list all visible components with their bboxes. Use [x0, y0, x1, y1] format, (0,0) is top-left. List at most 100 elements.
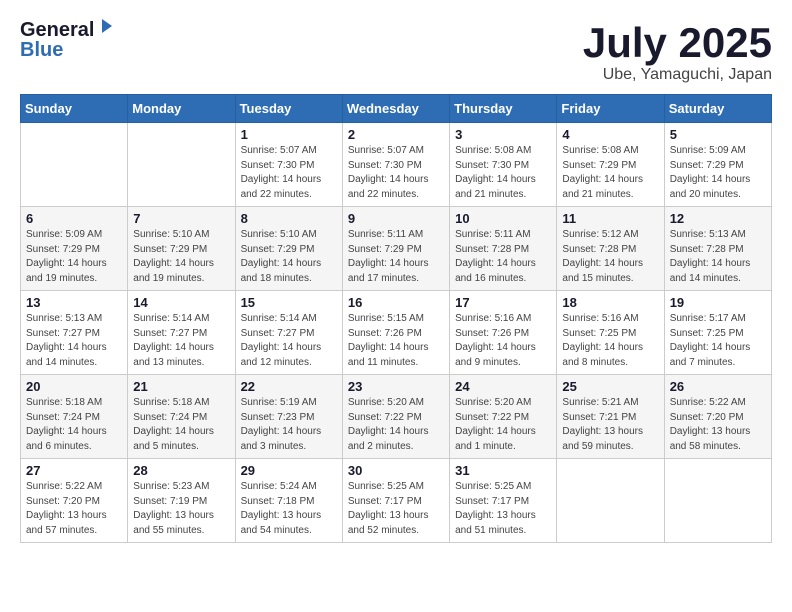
day-detail: Sunrise: 5:25 AM Sunset: 7:17 PM Dayligh…: [348, 480, 444, 538]
day-number: 19: [670, 295, 766, 310]
day-detail: Sunrise: 5:18 AM Sunset: 7:24 PM Dayligh…: [26, 396, 122, 454]
day-number: 13: [26, 295, 122, 310]
calendar-body: 1Sunrise: 5:07 AM Sunset: 7:30 PM Daylig…: [21, 123, 772, 543]
day-number: 15: [241, 295, 337, 310]
month-title: July 2025: [583, 20, 772, 66]
logo: General Blue: [20, 20, 114, 60]
calendar-cell: 11Sunrise: 5:12 AM Sunset: 7:28 PM Dayli…: [557, 207, 664, 291]
calendar-table: SundayMondayTuesdayWednesdayThursdayFrid…: [20, 94, 772, 543]
calendar-cell: 1Sunrise: 5:07 AM Sunset: 7:30 PM Daylig…: [235, 123, 342, 207]
calendar-week-row: 1Sunrise: 5:07 AM Sunset: 7:30 PM Daylig…: [21, 123, 772, 207]
day-detail: Sunrise: 5:08 AM Sunset: 7:30 PM Dayligh…: [455, 144, 551, 202]
day-number: 18: [562, 295, 658, 310]
calendar-cell: [21, 123, 128, 207]
weekday-header-sunday: Sunday: [21, 95, 128, 123]
weekday-header-saturday: Saturday: [664, 95, 771, 123]
calendar-cell: 30Sunrise: 5:25 AM Sunset: 7:17 PM Dayli…: [342, 459, 449, 543]
page-header: General Blue July 2025 Ube, Yamaguchi, J…: [20, 20, 772, 84]
day-number: 3: [455, 127, 551, 142]
day-number: 8: [241, 211, 337, 226]
day-number: 10: [455, 211, 551, 226]
day-number: 9: [348, 211, 444, 226]
day-detail: Sunrise: 5:09 AM Sunset: 7:29 PM Dayligh…: [26, 228, 122, 286]
day-number: 25: [562, 379, 658, 394]
day-number: 7: [133, 211, 229, 226]
day-detail: Sunrise: 5:16 AM Sunset: 7:25 PM Dayligh…: [562, 312, 658, 370]
day-number: 23: [348, 379, 444, 394]
calendar-cell: 8 Sunrise: 5:10 AM Sunset: 7:29 PM Daylig…: [235, 207, 342, 291]
day-detail: Sunrise: 5:11 AM Sunset: 7:28 PM Dayligh…: [455, 228, 551, 286]
day-detail: Sunrise: 5:14 AM Sunset: 7:27 PM Dayligh…: [133, 312, 229, 370]
day-number: 28: [133, 463, 229, 478]
day-detail: Sunrise: 5:07 AM Sunset: 7:30 PM Dayligh…: [241, 144, 337, 202]
calendar-cell: 20 Sunrise: 5:18 AM Sunset: 7:24 PM Dayli…: [21, 375, 128, 459]
day-detail: Sunrise: 5:10 AM Sunset: 7:29 PM Dayligh…: [241, 228, 337, 286]
day-number: 11: [562, 211, 658, 226]
calendar-cell: 17 Sunrise: 5:16 AM Sunset: 7:26 PM Dayli…: [450, 291, 557, 375]
weekday-header-tuesday: Tuesday: [235, 95, 342, 123]
calendar-cell: 9 Sunrise: 5:11 AM Sunset: 7:29 PM Daylig…: [342, 207, 449, 291]
day-detail: Sunrise: 5:11 AM Sunset: 7:29 PM Dayligh…: [348, 228, 444, 286]
calendar-cell: 4 Sunrise: 5:08 AM Sunset: 7:29 PM Daylig…: [557, 123, 664, 207]
calendar-cell: 21Sunrise: 5:18 AM Sunset: 7:24 PM Dayli…: [128, 375, 235, 459]
calendar-header: SundayMondayTuesdayWednesdayThursdayFrid…: [21, 95, 772, 123]
calendar-cell: 28 Sunrise: 5:23 AM Sunset: 7:19 PM Dayli…: [128, 459, 235, 543]
day-number: 16: [348, 295, 444, 310]
calendar-cell: 13 Sunrise: 5:13 AM Sunset: 7:27 PM Dayli…: [21, 291, 128, 375]
calendar-cell: 15Sunrise: 5:14 AM Sunset: 7:27 PM Dayli…: [235, 291, 342, 375]
calendar-cell: 12Sunrise: 5:13 AM Sunset: 7:28 PM Dayli…: [664, 207, 771, 291]
title-section: July 2025 Ube, Yamaguchi, Japan: [583, 20, 772, 84]
day-number: 31: [455, 463, 551, 478]
calendar-cell: 5 Sunrise: 5:09 AM Sunset: 7:29 PM Daylig…: [664, 123, 771, 207]
calendar-cell: [128, 123, 235, 207]
day-number: 6: [26, 211, 122, 226]
day-number: 4: [562, 127, 658, 142]
calendar-cell: 18 Sunrise: 5:16 AM Sunset: 7:25 PM Dayli…: [557, 291, 664, 375]
day-number: 26: [670, 379, 766, 394]
day-detail: Sunrise: 5:20 AM Sunset: 7:22 PM Dayligh…: [455, 396, 551, 454]
day-number: 17: [455, 295, 551, 310]
calendar-cell: 3 Sunrise: 5:08 AM Sunset: 7:30 PM Daylig…: [450, 123, 557, 207]
day-detail: Sunrise: 5:16 AM Sunset: 7:26 PM Dayligh…: [455, 312, 551, 370]
weekday-header-wednesday: Wednesday: [342, 95, 449, 123]
day-detail: Sunrise: 5:08 AM Sunset: 7:29 PM Dayligh…: [562, 144, 658, 202]
day-detail: Sunrise: 5:13 AM Sunset: 7:27 PM Dayligh…: [26, 312, 122, 370]
calendar-cell: [557, 459, 664, 543]
day-detail: Sunrise: 5:23 AM Sunset: 7:19 PM Dayligh…: [133, 480, 229, 538]
day-number: 29: [241, 463, 337, 478]
logo-blue-text: Blue: [20, 40, 114, 60]
day-detail: Sunrise: 5:25 AM Sunset: 7:17 PM Dayligh…: [455, 480, 551, 538]
day-detail: Sunrise: 5:15 AM Sunset: 7:26 PM Dayligh…: [348, 312, 444, 370]
calendar-week-row: 13 Sunrise: 5:13 AM Sunset: 7:27 PM Dayli…: [21, 291, 772, 375]
day-number: 12: [670, 211, 766, 226]
weekday-header-thursday: Thursday: [450, 95, 557, 123]
calendar-cell: 24 Sunrise: 5:20 AM Sunset: 7:22 PM Dayli…: [450, 375, 557, 459]
calendar-cell: 27Sunrise: 5:22 AM Sunset: 7:20 PM Dayli…: [21, 459, 128, 543]
calendar-cell: 19Sunrise: 5:17 AM Sunset: 7:25 PM Dayli…: [664, 291, 771, 375]
day-number: 5: [670, 127, 766, 142]
calendar-cell: 29Sunrise: 5:24 AM Sunset: 7:18 PM Dayli…: [235, 459, 342, 543]
calendar-cell: 2Sunrise: 5:07 AM Sunset: 7:30 PM Daylig…: [342, 123, 449, 207]
day-number: 22: [241, 379, 337, 394]
weekday-header-friday: Friday: [557, 95, 664, 123]
day-number: 24: [455, 379, 551, 394]
day-number: 2: [348, 127, 444, 142]
calendar-cell: 25 Sunrise: 5:21 AM Sunset: 7:21 PM Dayli…: [557, 375, 664, 459]
logo-icon: [96, 17, 114, 35]
calendar-cell: 16 Sunrise: 5:15 AM Sunset: 7:26 PM Dayli…: [342, 291, 449, 375]
day-detail: Sunrise: 5:20 AM Sunset: 7:22 PM Dayligh…: [348, 396, 444, 454]
day-detail: Sunrise: 5:10 AM Sunset: 7:29 PM Dayligh…: [133, 228, 229, 286]
calendar-cell: 23 Sunrise: 5:20 AM Sunset: 7:22 PM Dayli…: [342, 375, 449, 459]
calendar-week-row: 27Sunrise: 5:22 AM Sunset: 7:20 PM Dayli…: [21, 459, 772, 543]
day-detail: Sunrise: 5:22 AM Sunset: 7:20 PM Dayligh…: [26, 480, 122, 538]
calendar-cell: 14Sunrise: 5:14 AM Sunset: 7:27 PM Dayli…: [128, 291, 235, 375]
day-number: 20: [26, 379, 122, 394]
calendar-cell: [664, 459, 771, 543]
day-detail: Sunrise: 5:09 AM Sunset: 7:29 PM Dayligh…: [670, 144, 766, 202]
calendar-cell: 26Sunrise: 5:22 AM Sunset: 7:20 PM Dayli…: [664, 375, 771, 459]
calendar-week-row: 6 Sunrise: 5:09 AM Sunset: 7:29 PM Daylig…: [21, 207, 772, 291]
calendar-cell: 6 Sunrise: 5:09 AM Sunset: 7:29 PM Daylig…: [21, 207, 128, 291]
logo-general-text: General: [20, 20, 94, 40]
day-detail: Sunrise: 5:21 AM Sunset: 7:21 PM Dayligh…: [562, 396, 658, 454]
day-number: 21: [133, 379, 229, 394]
